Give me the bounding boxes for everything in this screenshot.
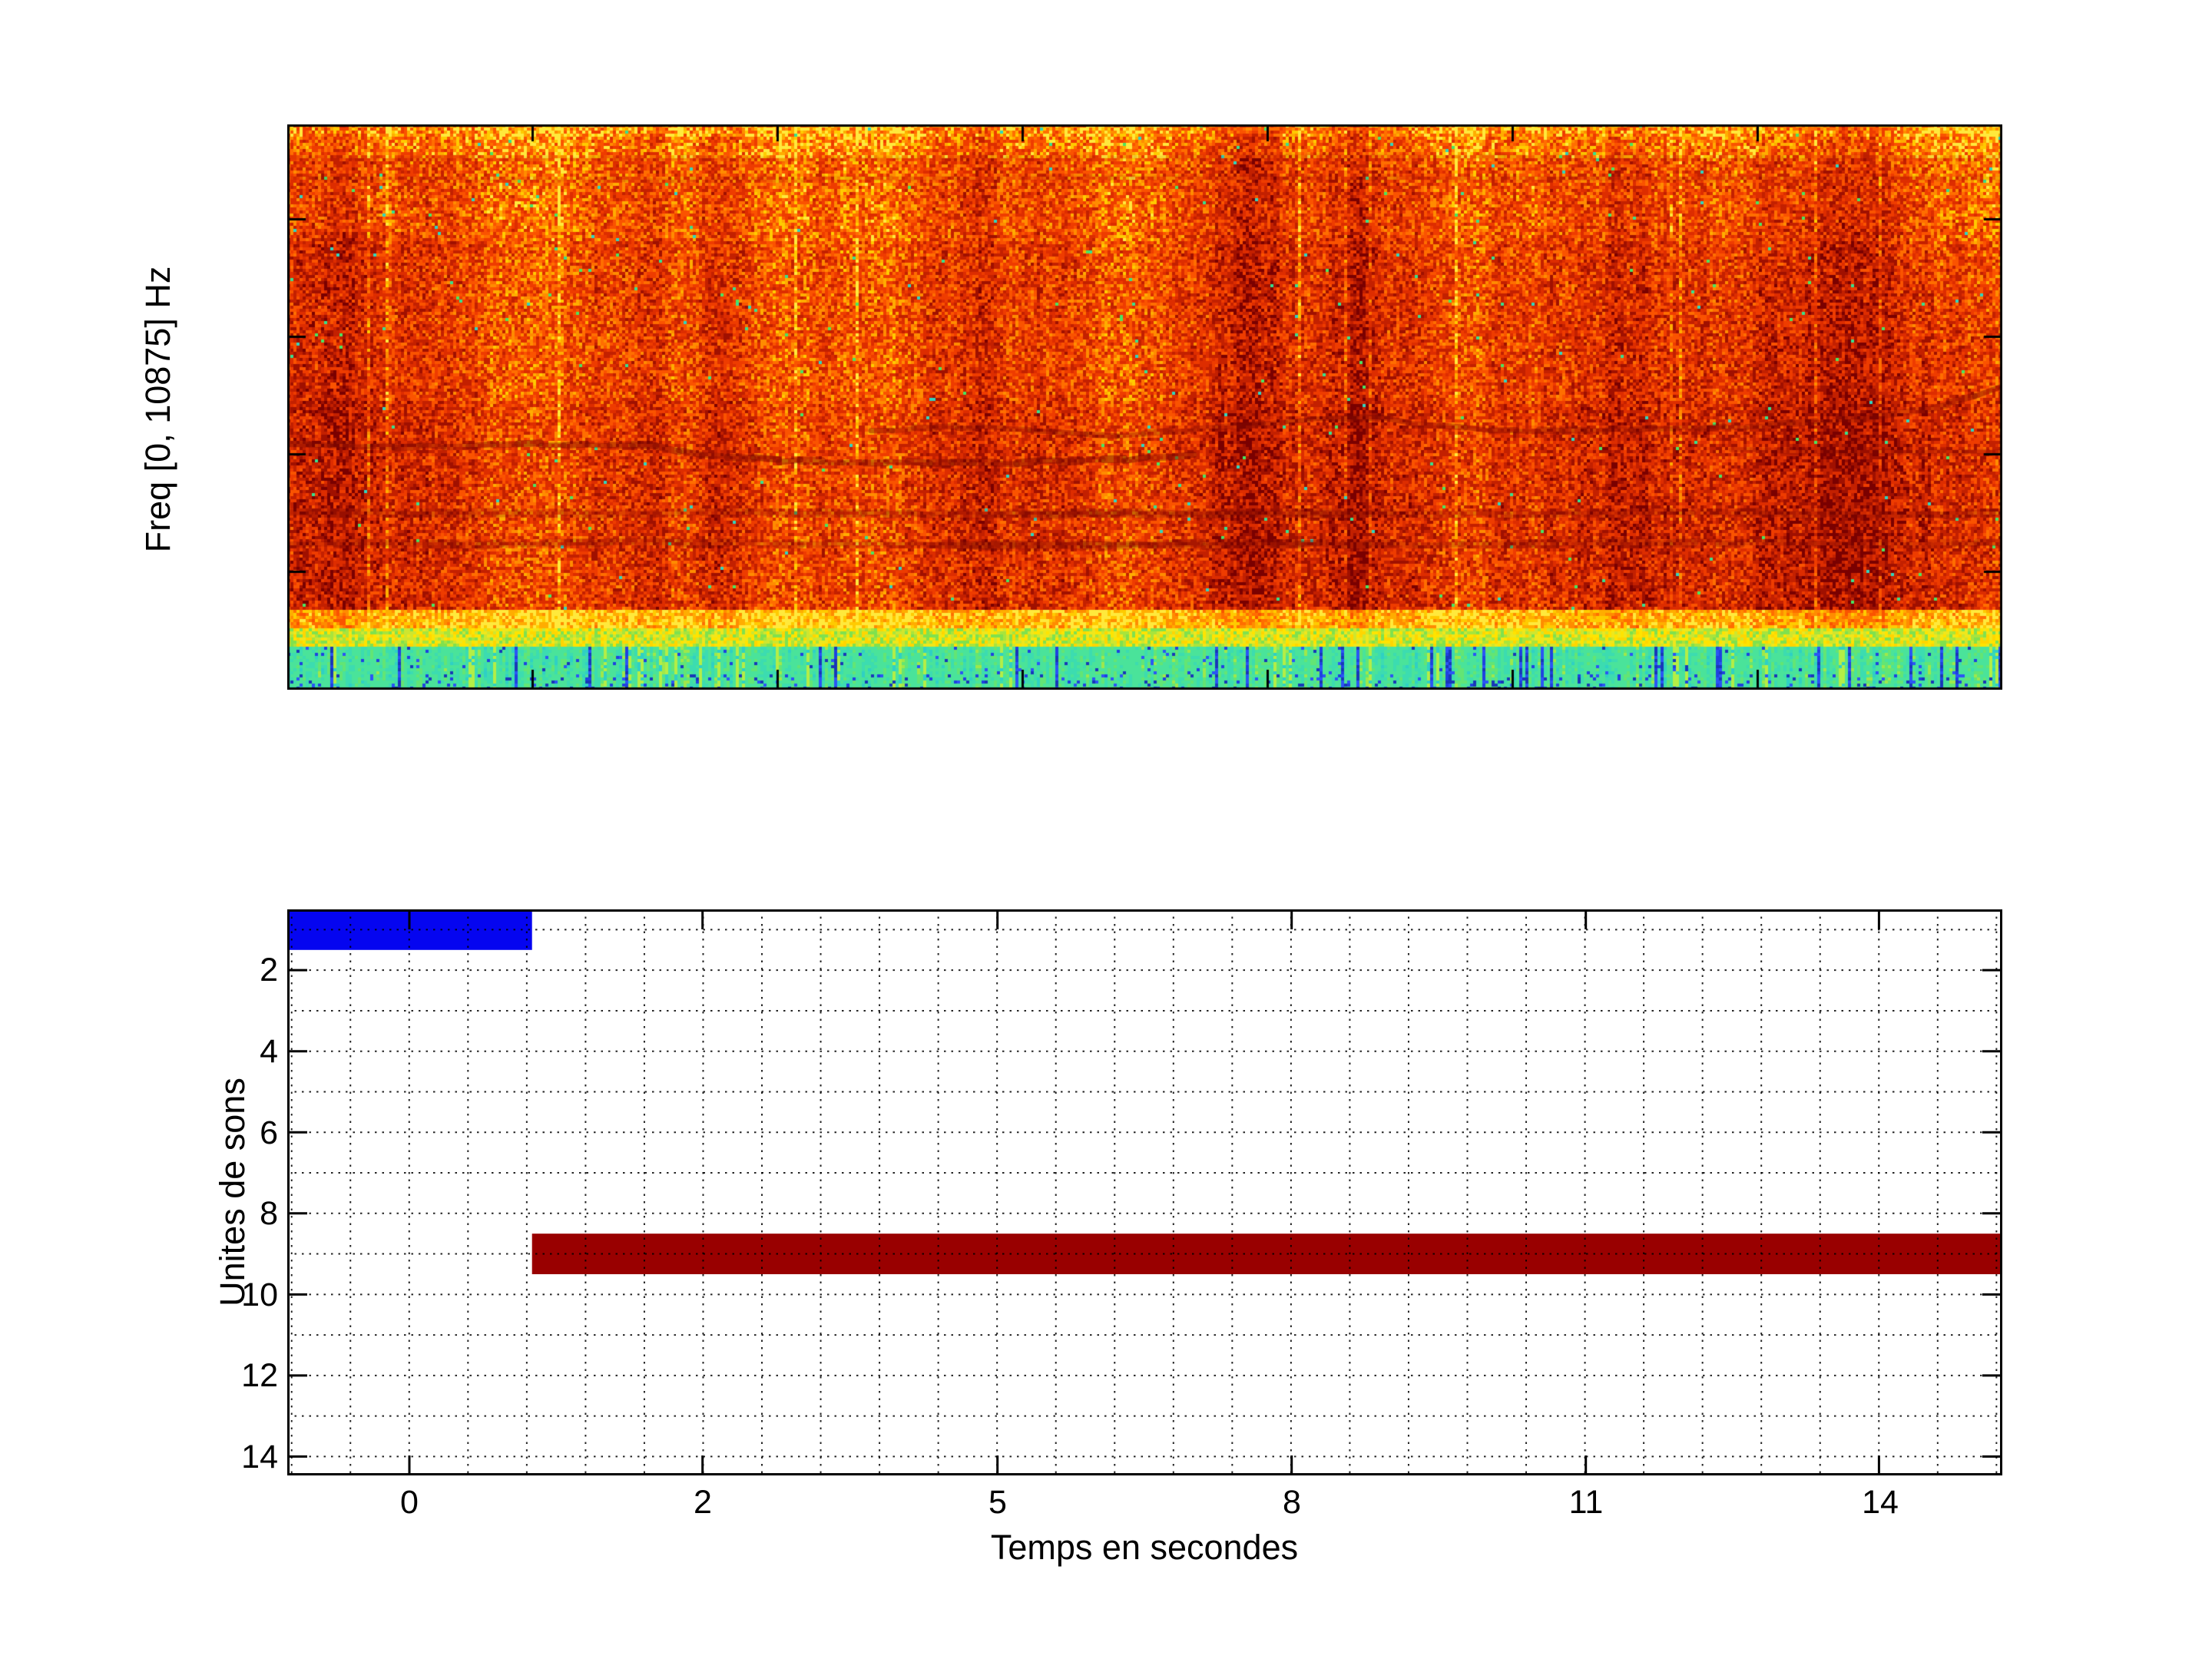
units-timeline-plot <box>287 909 2002 1475</box>
x-axis-label: Temps en secondes <box>914 1530 1375 1565</box>
y-tick-12: 12 <box>217 1359 278 1392</box>
plot-border <box>289 911 2002 1475</box>
x-tick-2: 2 <box>657 1485 749 1519</box>
unit-9-bar <box>532 1233 2002 1274</box>
spectrogram-ylabel: Freq [0, 10875] Hz <box>141 217 176 601</box>
y-tick-14: 14 <box>217 1440 278 1474</box>
x-tick-8: 8 <box>1246 1485 1338 1519</box>
x-tick-11: 11 <box>1540 1485 1632 1519</box>
matlab-figure: { "top_plot": { "ylabel": "Freq [0, 1087… <box>0 0 2212 1659</box>
units-timeline-svg <box>287 909 2002 1475</box>
x-tick-0: 0 <box>363 1485 455 1519</box>
x-tick-5: 5 <box>952 1485 1044 1519</box>
units-ylabel: Unites de sons <box>215 1038 250 1346</box>
x-tick-14: 14 <box>1834 1485 1926 1519</box>
spectrogram-plot <box>287 124 2002 690</box>
y-tick-2: 2 <box>217 953 278 987</box>
spectrogram-canvas <box>287 124 2002 690</box>
